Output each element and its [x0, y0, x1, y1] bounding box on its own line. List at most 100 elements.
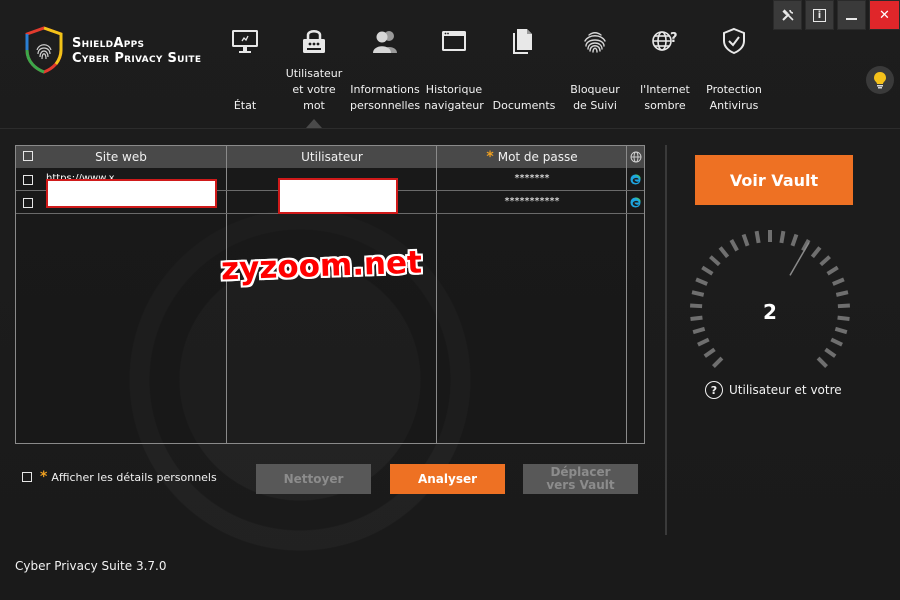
nav-label-documents: Documents	[492, 99, 556, 112]
main-nav: État Utilisateur et votre mot Informatio…	[0, 0, 900, 130]
tools-button[interactable]	[773, 0, 802, 30]
header: ShieldApps Cyber Privacy Suite État Util…	[0, 0, 900, 130]
gauge-tick	[709, 255, 721, 267]
row-checkbox[interactable]	[23, 175, 33, 185]
gauge-tick	[832, 277, 845, 286]
gauge-caption[interactable]: ? Utilisateur et votre	[705, 381, 842, 399]
nav-label-historique: Historique navigateur	[424, 83, 484, 112]
gauge-tick	[690, 303, 703, 309]
show-details-label: Afficher les détails personnels	[51, 470, 217, 484]
analyze-button[interactable]: Analyser	[390, 464, 505, 494]
close-button[interactable]: ✕	[869, 0, 900, 30]
gauge-tick	[703, 347, 716, 358]
nav-label-utilisateur: Utilisateur et votre mot	[285, 67, 343, 112]
gauge-tick	[790, 233, 799, 247]
globe-question-icon: ?	[652, 31, 678, 51]
show-details-option[interactable]: * Afficher les détails personnels	[22, 469, 217, 485]
show-details-star: *	[40, 469, 48, 485]
gauge-tick	[830, 337, 843, 347]
gauge-tick	[816, 356, 828, 368]
row-password: *******	[514, 173, 550, 184]
header-divider	[0, 128, 900, 129]
clean-button[interactable]: Nettoyer	[256, 464, 371, 494]
nav-label-informations: Informations personnelles	[350, 83, 421, 112]
nav-item-internet[interactable]: ? l'Internet sombre	[632, 0, 698, 125]
gauge-tick	[718, 246, 730, 259]
row-password: ***********	[504, 196, 560, 207]
gauge-tick	[824, 347, 837, 358]
version-label: Cyber Privacy Suite 3.7.0	[15, 559, 167, 573]
nav-item-informations[interactable]: Informations personnelles	[350, 0, 420, 125]
gauge-tick	[754, 230, 761, 244]
gauge-tick	[729, 239, 739, 252]
nav-item-protection[interactable]: Protection Antivirus	[700, 0, 768, 125]
users-icon	[373, 31, 397, 53]
show-details-checkbox[interactable]	[22, 472, 32, 482]
column-header-site[interactable]: Site web	[16, 146, 226, 168]
gauge-tick	[837, 315, 850, 321]
shield-check-icon	[723, 27, 745, 55]
gauge-value: 2	[763, 300, 777, 324]
gauge-tick	[690, 315, 703, 321]
credentials-table: Site web Utilisateur *Mot de passe https…	[15, 145, 645, 444]
edge-icon	[630, 174, 641, 185]
info-icon: i	[813, 8, 826, 22]
nav-item-etat[interactable]: État	[215, 0, 275, 125]
nav-item-historique[interactable]: Historique navigateur	[422, 0, 486, 125]
column-header-user[interactable]: Utilisateur	[227, 146, 437, 168]
lightbulb-icon	[874, 72, 886, 89]
svg-text:?: ?	[670, 31, 678, 46]
browser-window-icon	[442, 31, 466, 51]
nav-label-etat: État	[233, 99, 257, 112]
nav-item-utilisateur[interactable]: Utilisateur et votre mot	[280, 0, 348, 125]
nav-label-internet: l'Internet sombre	[640, 83, 690, 112]
gauge-needle	[789, 242, 810, 276]
row-checkbox[interactable]	[23, 198, 33, 208]
redaction-box-user	[278, 178, 398, 214]
view-vault-button[interactable]: Voir Vault	[695, 155, 853, 205]
move-to-vault-button[interactable]: Déplacer vers Vault	[523, 464, 638, 494]
minimize-button[interactable]	[837, 0, 866, 30]
table-header: Site web Utilisateur * Mot de passe	[16, 146, 644, 168]
help-icon: ?	[705, 381, 723, 399]
gauge-tick	[692, 326, 706, 335]
gauge-tick	[837, 303, 850, 309]
column-header-browser	[627, 146, 644, 168]
watermark-text: zyzoom.net	[220, 244, 423, 288]
nav-item-bloqueur[interactable]: Bloqueur de Suivi	[562, 0, 628, 125]
gauge-tick	[810, 246, 822, 259]
password-star: *	[486, 149, 494, 165]
nav-label-protection: Protection Antivirus	[706, 83, 762, 112]
gauge-tick	[826, 265, 839, 276]
gauge-ticks	[690, 230, 850, 368]
gauge-tick	[701, 265, 714, 276]
minimize-icon	[846, 18, 857, 20]
gauge-tick	[834, 326, 848, 335]
gauge-tick	[835, 290, 849, 297]
column-header-password-label: Mot de passe	[497, 150, 578, 164]
nav-item-documents[interactable]: Documents	[492, 0, 556, 125]
info-button[interactable]: i	[805, 0, 834, 30]
gauge-tick	[712, 356, 724, 368]
app-window: ShieldApps Cyber Privacy Suite État Util…	[0, 0, 900, 600]
gauge-tick	[691, 290, 705, 297]
edge-icon	[630, 197, 641, 208]
gauge-tick	[741, 233, 750, 247]
close-icon: ✕	[879, 7, 890, 23]
tip-button[interactable]	[866, 66, 894, 94]
nav-label-bloqueur: Bloqueur de Suivi	[570, 83, 620, 112]
gauge-tick	[779, 230, 786, 244]
gauge-tick	[695, 277, 708, 286]
gauge-tick	[819, 255, 831, 267]
globe-icon	[630, 151, 641, 163]
monitor-icon	[232, 30, 258, 53]
user-lock-icon	[303, 30, 325, 53]
fingerprint-icon	[584, 32, 606, 53]
panel-divider	[665, 145, 667, 535]
tools-icon	[781, 9, 794, 21]
documents-icon	[513, 29, 532, 54]
column-header-password[interactable]: * Mot de passe	[437, 146, 627, 168]
redaction-box-site	[46, 179, 217, 208]
active-nav-indicator	[306, 119, 322, 128]
gauge-caption-label: Utilisateur et votre	[729, 383, 842, 397]
